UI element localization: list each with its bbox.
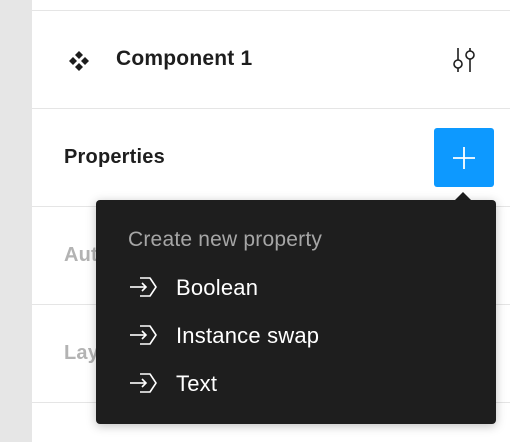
menu-item-boolean[interactable]: Boolean: [96, 264, 496, 312]
canvas-gutter: [0, 0, 32, 442]
component-icon: [67, 49, 91, 73]
add-property-button[interactable]: [434, 128, 494, 187]
component-name: Component 1: [116, 47, 253, 70]
create-property-menu: Create new property Boolean Instance swa…: [96, 200, 496, 424]
menu-header: Create new property: [128, 228, 323, 251]
properties-section-title: Properties: [64, 146, 165, 168]
menu-item-instance-swap[interactable]: Instance swap: [96, 312, 496, 360]
adjust-sliders-icon: [453, 48, 475, 72]
menu-item-label: Boolean: [176, 275, 259, 300]
property-enter-icon: [128, 371, 158, 395]
divider: [32, 108, 510, 109]
property-enter-icon: [128, 323, 158, 347]
menu-item-label: Instance swap: [176, 323, 320, 348]
menu-item-label: Text: [176, 371, 218, 396]
divider: [32, 10, 510, 11]
menu-item-text[interactable]: Text: [96, 360, 496, 408]
component-settings-button[interactable]: [448, 44, 480, 76]
plus-icon: [453, 147, 475, 169]
property-enter-icon: [128, 275, 158, 299]
